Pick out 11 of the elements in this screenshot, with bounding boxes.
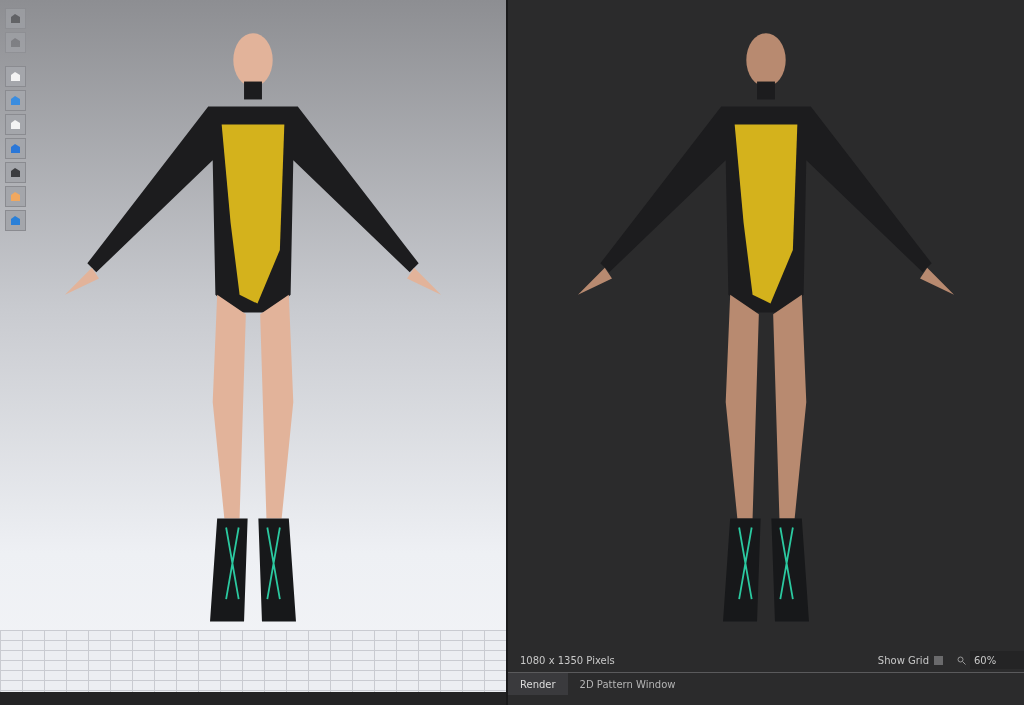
search-icon [957, 655, 966, 665]
toolbar-button[interactable] [5, 162, 26, 183]
show-grid-label: Show Grid [877, 654, 929, 666]
tab[interactable]: 2D Pattern Window [567, 673, 688, 695]
show-grid-checkbox[interactable] [934, 655, 943, 665]
tab[interactable]: Render [508, 673, 568, 695]
3d-viewport[interactable] [0, 0, 506, 692]
resolution-label: 1080 x 1350 Pixels [520, 654, 616, 666]
zoom-field[interactable]: 60% [970, 651, 1024, 669]
toolbar-button[interactable] [5, 66, 26, 87]
toolbar-button[interactable] [5, 114, 26, 135]
